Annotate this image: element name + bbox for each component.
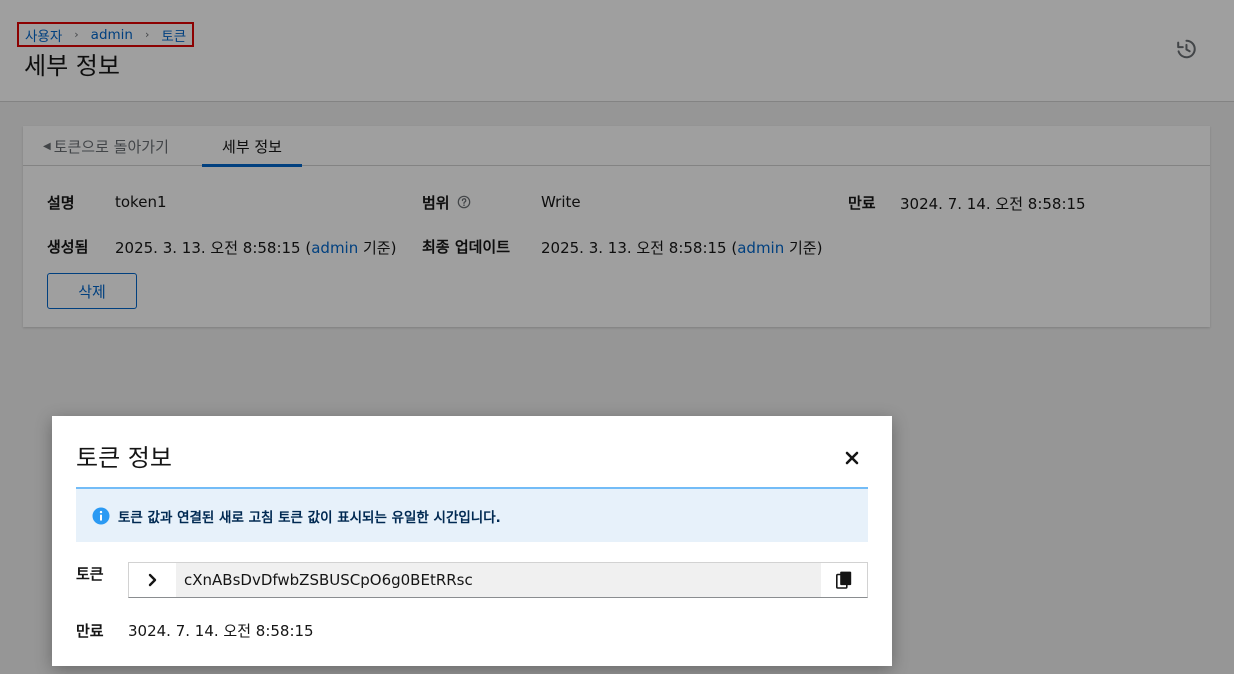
alert-message: 토큰 값과 연결된 새로 고침 토큰 값이 표시되는 유일한 시간입니다. [118,509,501,526]
token-label: 토큰 [76,565,104,583]
expand-button[interactable] [129,563,176,597]
token-clipboard [128,562,868,598]
info-icon [92,507,110,525]
info-alert: 토큰 값과 연결된 새로 고침 토큰 값이 표시되는 유일한 시간입니다. [76,487,868,542]
token-info-modal: 토큰 정보 토큰 값과 연결된 새로 고침 토큰 값이 표시되는 유일한 시간입… [52,416,892,666]
modal-expiry-value: 3024. 7. 14. 오전 8:58:15 [128,622,314,640]
close-icon[interactable] [840,446,864,470]
copy-button[interactable] [821,563,867,597]
modal-expiry-label: 만료 [76,622,104,640]
chevron-right-icon [148,573,156,587]
page: 사용자 › admin › 토큰 세부 정보 ◀ 토큰으로 돌아가기 세부 정보 [0,0,1234,674]
token-input[interactable] [176,563,821,597]
copy-icon [836,571,852,589]
modal-title: 토큰 정보 [76,444,172,472]
